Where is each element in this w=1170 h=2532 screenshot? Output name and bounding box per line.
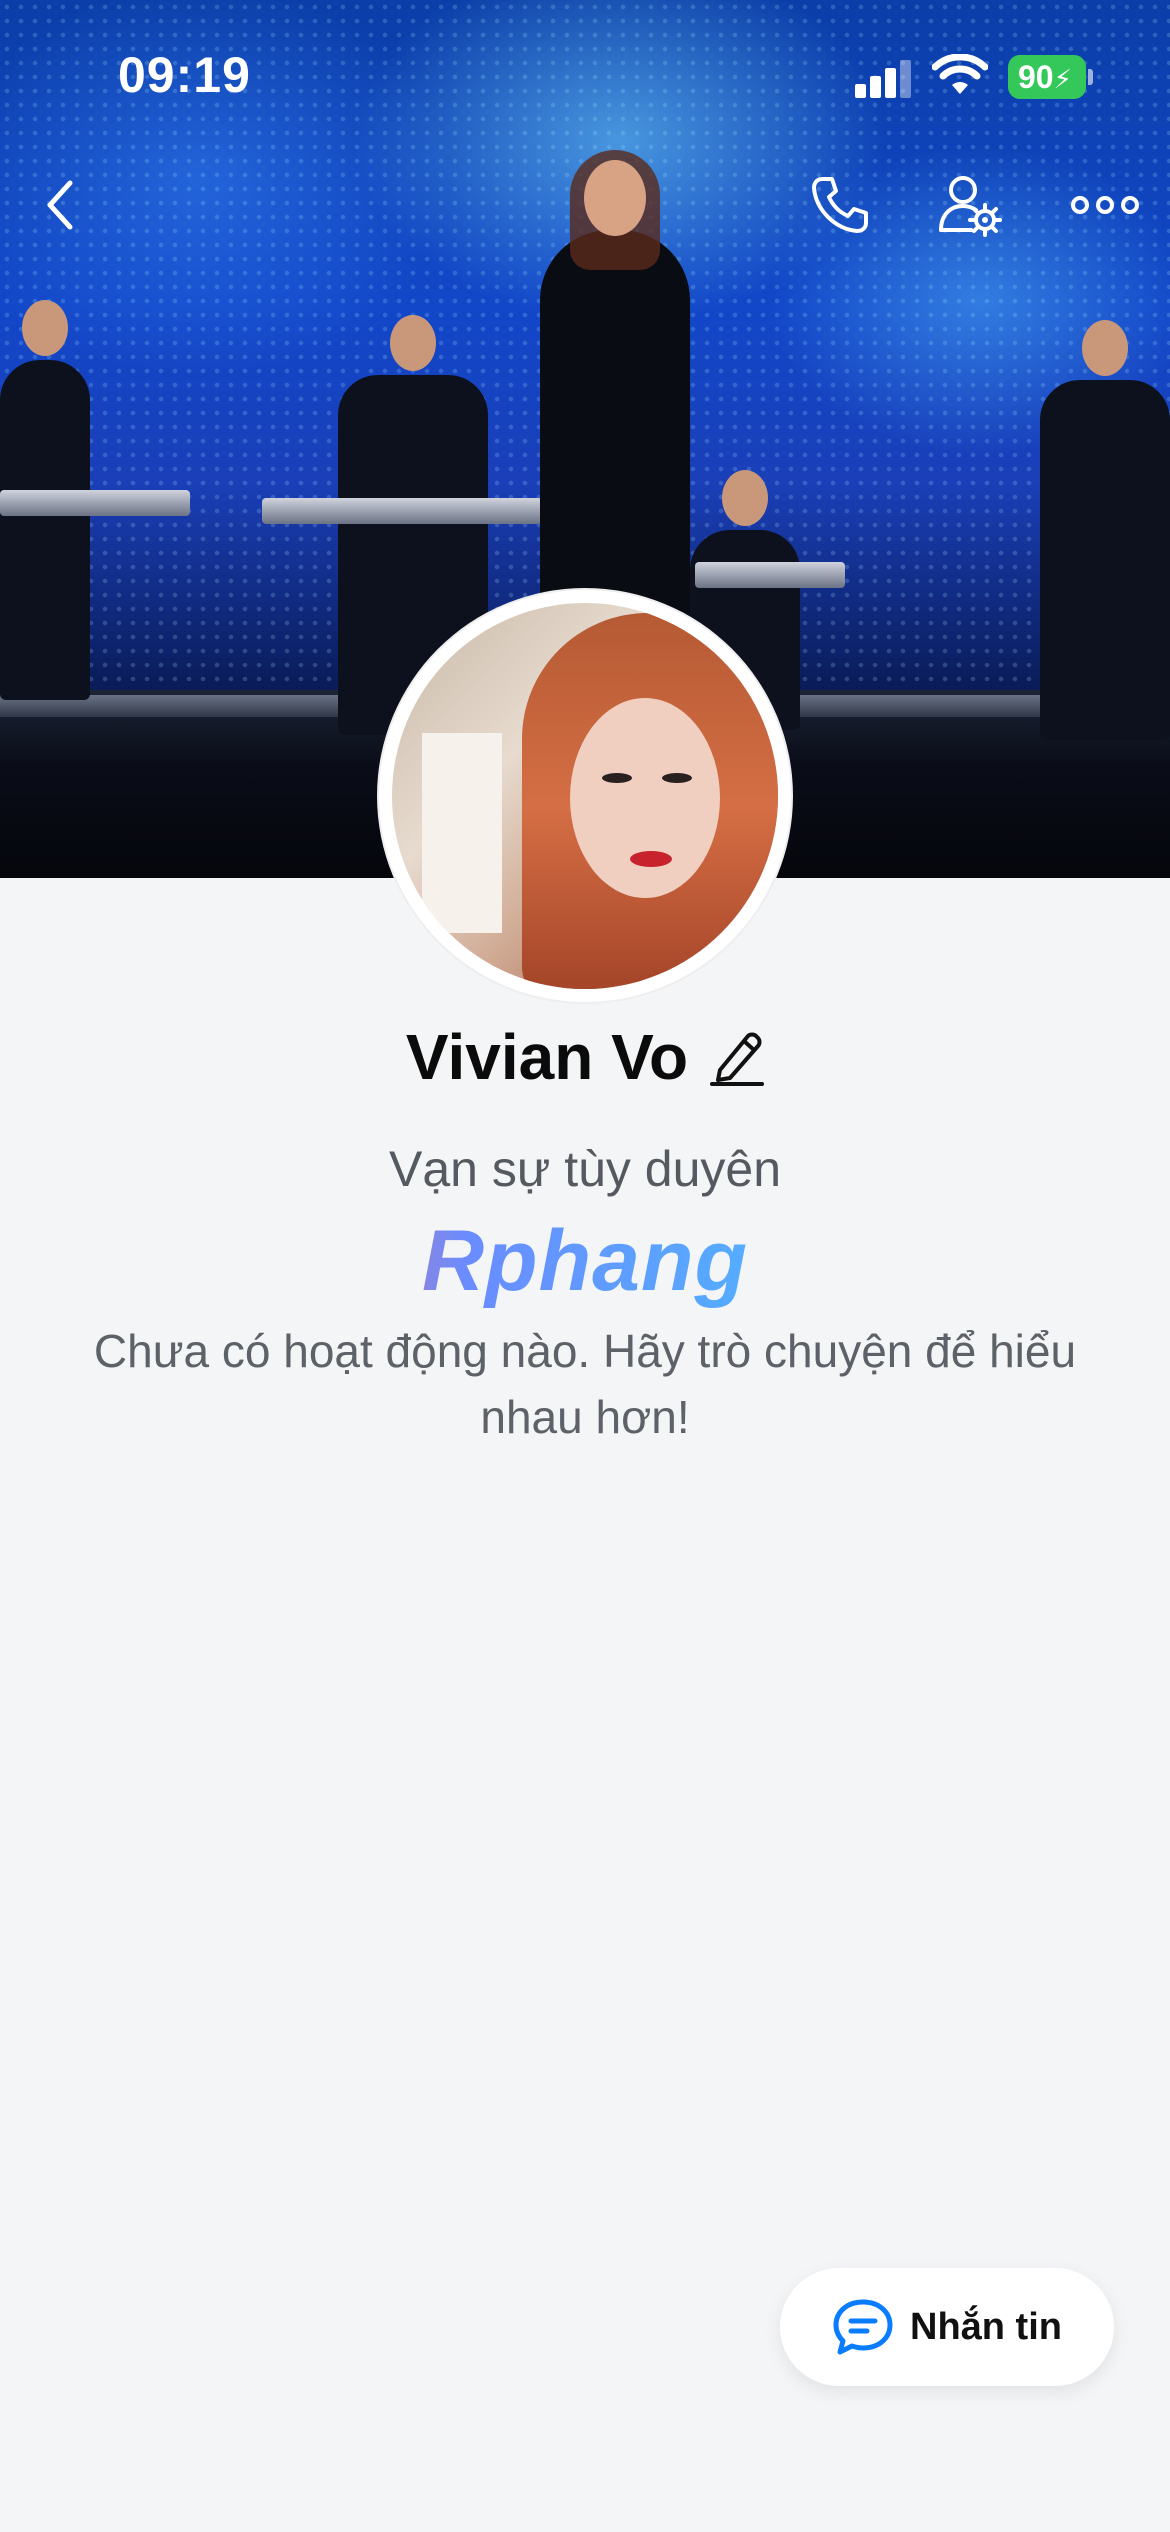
cover-keyboard	[695, 562, 845, 588]
call-button[interactable]	[805, 170, 875, 240]
chat-bubble-icon	[833, 2299, 893, 2355]
profile-status: Vạn sự tùy duyên	[388, 1141, 782, 1197]
more-options-button[interactable]	[1070, 170, 1140, 240]
pencil-icon	[710, 1032, 765, 1086]
cover-musician	[0, 300, 90, 700]
cellular-signal-icon	[855, 58, 915, 98]
edit-name-button[interactable]	[710, 1028, 765, 1086]
more-horizontal-icon	[1071, 196, 1139, 214]
status-time: 09:19	[118, 47, 251, 103]
send-message-label: Nhắn tin	[910, 2305, 1062, 2348]
profile-settings-button[interactable]	[935, 170, 1005, 240]
battery-tip	[1088, 69, 1093, 85]
status-bar: 09:19 90⚡	[0, 0, 1170, 150]
profile-name-row: Vivian Vo	[0, 1020, 1170, 1094]
user-settings-icon	[939, 176, 1002, 237]
brand-watermark: Rphang	[0, 1212, 1170, 1311]
cover-musician	[1040, 320, 1170, 740]
wifi-icon	[932, 54, 988, 94]
cover-keyboard	[262, 498, 542, 524]
cover-keyboard	[0, 490, 190, 516]
avatar[interactable]	[392, 603, 778, 989]
back-button[interactable]	[25, 170, 95, 240]
charging-bolt-icon: ⚡	[1053, 64, 1072, 94]
battery-indicator: 90⚡	[1008, 55, 1086, 99]
phone-icon	[812, 177, 868, 233]
chevron-left-icon	[47, 180, 73, 230]
profile-name: Vivian Vo	[405, 1021, 689, 1093]
battery-level: 90	[1018, 59, 1054, 95]
send-message-button[interactable]: Nhắn tin	[780, 2268, 1114, 2386]
empty-activity-message: Chưa có hoạt động nào. Hãy trò chuyện để…	[93, 1325, 1077, 1443]
